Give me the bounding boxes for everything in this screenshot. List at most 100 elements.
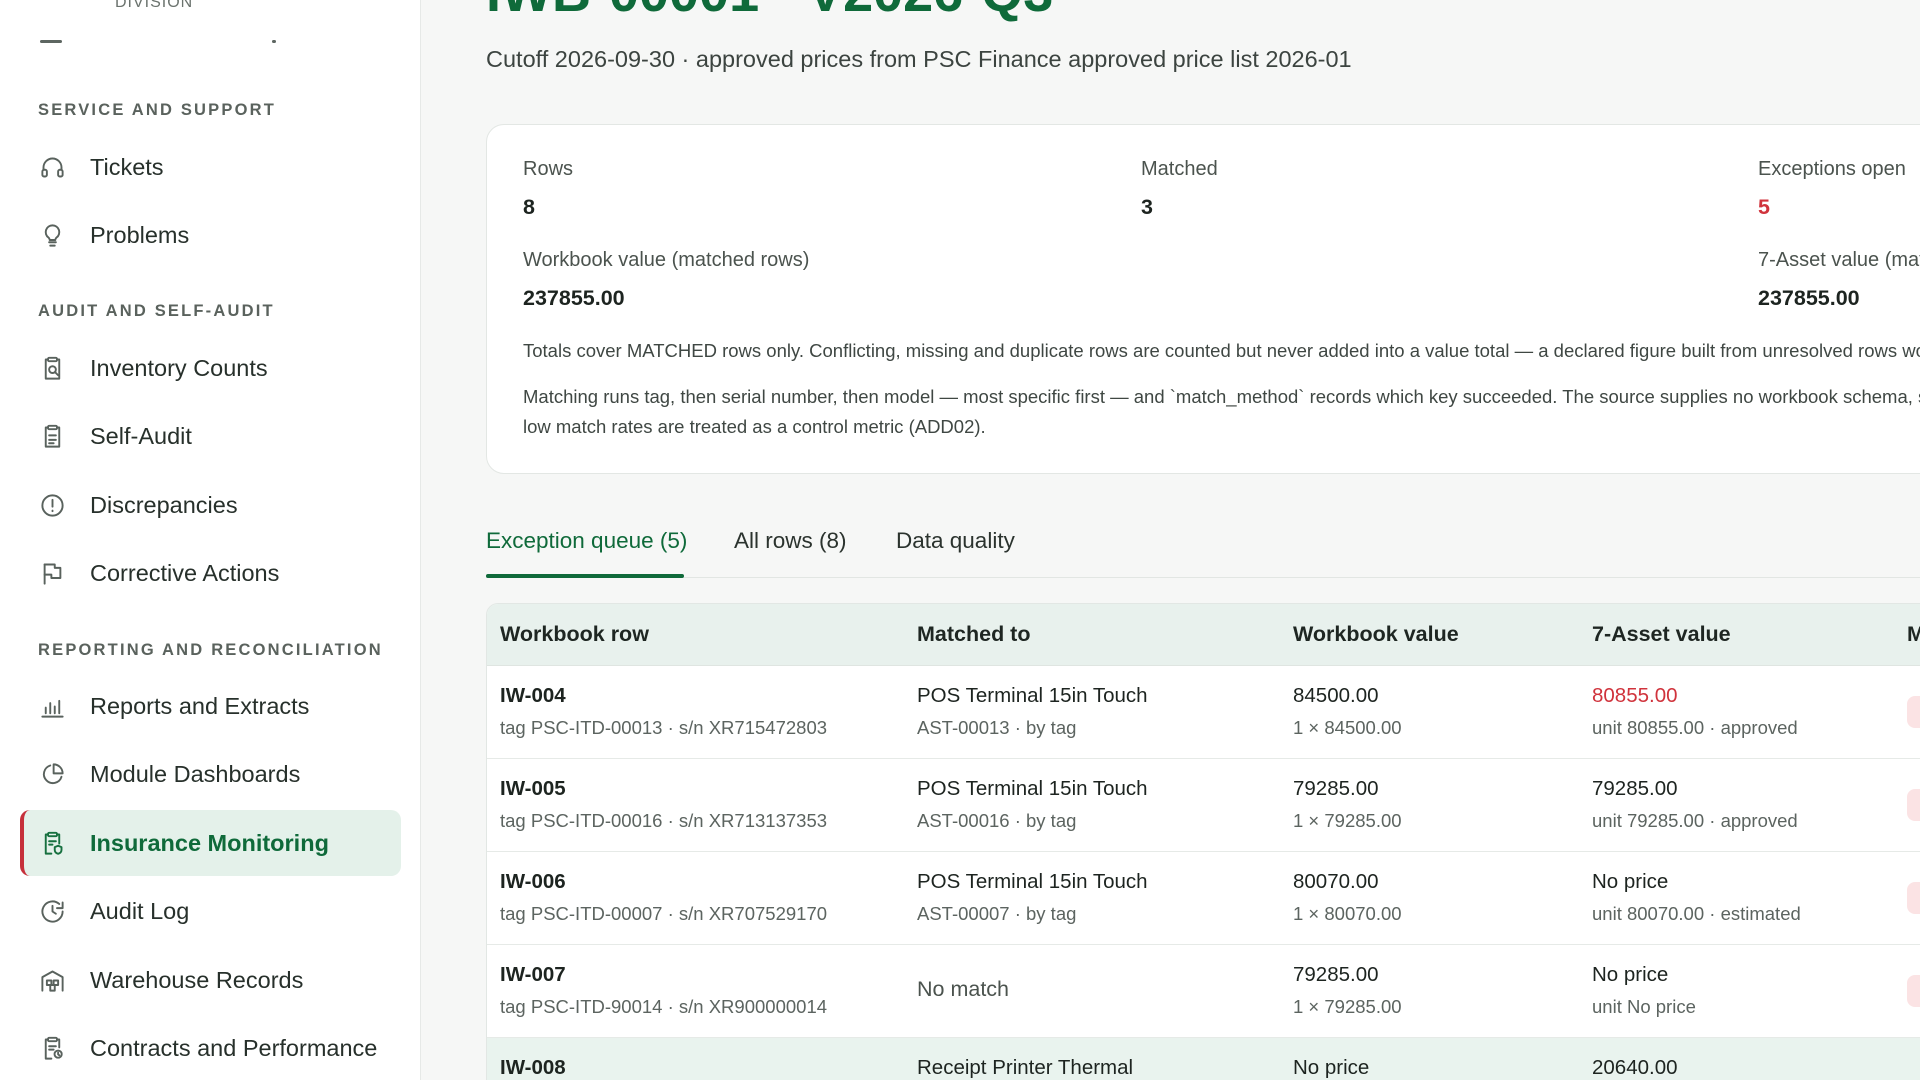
cell-matched-to: POS Terminal 15in Touch AST-00016 · by t… [917, 777, 1148, 832]
cell-matched-to: POS Terminal 15in Touch AST-00013 · by t… [917, 684, 1148, 739]
column-header-asset-value[interactable]: 7-Asset value [1592, 622, 1731, 647]
stat-value: 5 [1758, 195, 1770, 219]
sidebar-item-label: Inventory Counts [90, 354, 268, 381]
sidebar-item-label: Self-Audit [90, 422, 192, 449]
sidebar-item-label: Insurance Monitoring [90, 829, 329, 856]
sidebar-item-reports-extracts[interactable]: Reports and Extracts [20, 673, 401, 739]
cell-workbook-value: No price [1293, 1056, 1369, 1080]
cell-workbook-row: IW-007 tag PSC-ITD-90014 · s/n XR9000000… [500, 963, 827, 1018]
column-header-next[interactable]: M [1907, 622, 1920, 647]
sidebar-item-insurance-monitoring[interactable]: Insurance Monitoring [20, 810, 401, 876]
page-title: IWB-00001 · V2026-Q3 [486, 0, 1053, 24]
cell-workbook-row: IW-004 tag PSC-ITD-00013 · s/n XR7154728… [500, 684, 827, 739]
asset-value: No price [1592, 963, 1669, 986]
cell-workbook-row: IW-006 tag PSC-ITD-00007 · s/n XR7075291… [500, 870, 827, 925]
workbook-value: No price [1293, 1056, 1370, 1079]
sidebar-item-warehouse-records[interactable]: Warehouse Records [20, 947, 401, 1013]
totals-note: Totals cover MATCHED rows only. Conflict… [523, 340, 1920, 361]
workbook-value: 79285.00 [1293, 963, 1379, 986]
cell-workbook-value: 84500.00 1 × 84500.00 [1293, 684, 1402, 739]
asset-value: 79285.00 [1592, 777, 1678, 800]
sidebar-item-label: Problems [90, 221, 190, 248]
cell-asset-value: 79285.00 unit 79285.00 · approved [1592, 777, 1798, 832]
sidebar-item-module-dashboards[interactable]: Module Dashboards [20, 741, 401, 807]
collapsed-item-fragment-end [272, 40, 276, 43]
stat-label: Rows [523, 158, 574, 180]
cell-workbook-value: 80070.00 1 × 80070.00 [1293, 870, 1402, 925]
row-id: IW-006 [500, 870, 566, 893]
active-tab-indicator [486, 574, 684, 578]
asset-value: No price [1592, 870, 1669, 893]
column-header-workbook-row[interactable]: Workbook row [500, 622, 649, 647]
row-tag-serial: tag PSC-ITD-00013 · s/n XR715472803 [500, 717, 828, 738]
table-row[interactable]: IW-007 tag PSC-ITD-90014 · s/n XR9000000… [487, 945, 1920, 1038]
column-header-matched-to[interactable]: Matched to [917, 622, 1030, 647]
stat-matched: Matched 3 [1141, 158, 1218, 220]
sidebar-item-label: Warehouse Records [90, 966, 304, 993]
row-id: IW-004 [500, 684, 566, 707]
workbook-qty-unit: 1 × 80070.00 [1293, 903, 1402, 924]
tab-all-rows[interactable]: All rows (8) [734, 528, 847, 554]
sidebar-item-problems[interactable]: Problems [20, 202, 401, 268]
table-row[interactable]: IW-005 tag PSC-ITD-00016 · s/n XR7131373… [487, 759, 1920, 852]
collapsed-item-fragment [40, 40, 62, 43]
stat-value: 237855.00 [523, 286, 625, 310]
matched-method: AST-00007 · by tag [917, 903, 1077, 924]
tab-exception-queue[interactable]: Exception queue (5) [486, 528, 687, 554]
workbook-qty-unit: 1 × 79285.00 [1293, 996, 1402, 1017]
stat-value: 3 [1141, 195, 1153, 219]
column-header-workbook-value[interactable]: Workbook value [1293, 622, 1459, 647]
sidebar-item-label: Corrective Actions [90, 559, 280, 586]
tab-bar: Exception queue (5) All rows (8) Data qu… [486, 520, 1920, 578]
stat-label: Matched [1141, 158, 1218, 180]
bar-chart-icon [38, 692, 66, 720]
clipboard-search-icon [38, 354, 66, 382]
sidebar-item-self-audit[interactable]: Self-Audit [20, 403, 401, 469]
sidebar-item-discrepancies[interactable]: Discrepancies [20, 472, 401, 538]
stat-workbook-value: Workbook value (matched rows) 237855.00 [523, 249, 809, 311]
table-row[interactable]: IW-004 tag PSC-ITD-00013 · s/n XR7154728… [487, 666, 1920, 759]
matched-method: AST-00013 · by tag [917, 717, 1077, 738]
warehouse-icon [38, 966, 66, 994]
cell-asset-value: No price unit No price [1592, 963, 1696, 1018]
stat-value: 237855.00 [1758, 286, 1860, 310]
sidebar-item-label: Audit Log [90, 897, 190, 924]
sidebar-item-corrective-actions[interactable]: Corrective Actions [20, 540, 401, 606]
row-tag-serial: tag PSC-ITD-00007 · s/n XR707529170 [500, 903, 828, 924]
exception-table: Workbook row Matched to Workbook value 7… [486, 603, 1920, 1080]
flag-icon [38, 559, 66, 587]
sidebar-item-label: Reports and Extracts [90, 692, 310, 719]
table-row[interactable]: IW-008 Receipt Printer Thermal No price … [487, 1038, 1920, 1080]
workbook-value: 84500.00 [1293, 684, 1379, 707]
table-row[interactable]: IW-006 tag PSC-ITD-00007 · s/n XR7075291… [487, 852, 1920, 945]
matched-asset: POS Terminal 15in Touch [917, 777, 1148, 800]
cell-asset-value: 80855.00 unit 80855.00 · approved [1592, 684, 1798, 739]
sidebar-item-inventory-counts[interactable]: Inventory Counts [20, 335, 401, 401]
sidebar-item-contracts-performance[interactable]: Contracts and Performance [20, 1015, 401, 1080]
asset-unit-status: unit No price [1592, 996, 1696, 1017]
cell-workbook-value: 79285.00 1 × 79285.00 [1293, 963, 1402, 1018]
workbook-qty-unit: 1 × 84500.00 [1293, 717, 1402, 738]
status-badge [1907, 975, 1920, 1007]
history-icon [38, 897, 66, 925]
alert-circle-icon [38, 491, 66, 519]
workbook-qty-unit: 1 × 79285.00 [1293, 810, 1402, 831]
cell-workbook-row: IW-005 tag PSC-ITD-00016 · s/n XR7131373… [500, 777, 827, 832]
stat-label: Exceptions open [1758, 158, 1906, 180]
sidebar-item-label: Module Dashboards [90, 760, 301, 787]
stat-label: 7-Asset value (matched rows) [1758, 249, 1920, 271]
lightbulb-icon [38, 221, 66, 249]
shield-doc-icon [38, 829, 66, 857]
sidebar-item-tickets[interactable]: Tickets [20, 134, 401, 200]
matched-asset: No match [917, 977, 1010, 1001]
matched-asset: POS Terminal 15in Touch [917, 684, 1148, 707]
headset-icon [38, 153, 66, 181]
row-id: IW-008 [500, 1056, 566, 1079]
section-title-reporting: REPORTING AND RECONCILIATION [38, 641, 383, 659]
cell-asset-value: 20640.00 [1592, 1056, 1678, 1080]
stat-value: 8 [523, 195, 535, 219]
matched-asset: POS Terminal 15in Touch [917, 870, 1148, 893]
sidebar-item-audit-log[interactable]: Audit Log [20, 878, 401, 944]
tab-data-quality[interactable]: Data quality [896, 528, 1015, 554]
status-badge [1907, 696, 1920, 728]
